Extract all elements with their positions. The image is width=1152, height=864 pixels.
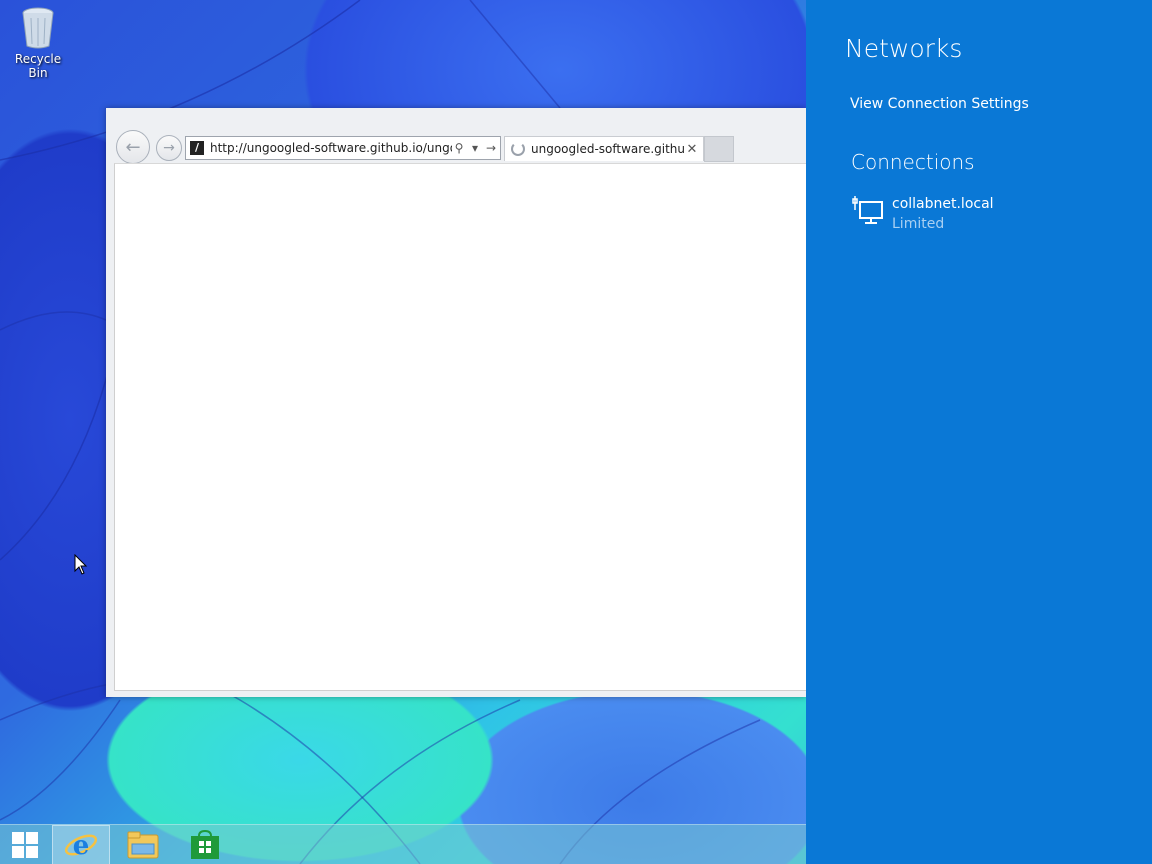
forward-button[interactable]: →: [156, 135, 182, 161]
close-tab-icon[interactable]: ✕: [685, 142, 699, 157]
arrow-right-icon: →: [163, 140, 175, 156]
folder-icon: [127, 831, 159, 859]
internet-explorer-icon: e: [64, 831, 98, 861]
address-url[interactable]: http://ungoogled-software.github.io/ungo…: [210, 141, 452, 155]
recycle-bin[interactable]: Recycle Bin: [4, 6, 72, 80]
networks-panel: Networks View Connection Settings Connec…: [806, 0, 1152, 864]
windows-logo-icon: [12, 832, 38, 858]
start-button[interactable]: [0, 825, 50, 864]
svg-text:e: e: [73, 831, 90, 861]
address-bar[interactable]: / http://ungoogled-software.github.io/un…: [185, 136, 501, 160]
wired-network-icon: [852, 196, 883, 224]
store-icon: [191, 830, 219, 859]
go-arrow-icon[interactable]: →: [484, 141, 498, 155]
browser-tab[interactable]: ungoogled-software.github... ✕: [504, 136, 704, 161]
page-content[interactable]: [114, 163, 807, 691]
loading-spinner-icon: [511, 142, 525, 156]
chevron-down-icon[interactable]: ▾: [468, 141, 482, 155]
site-favicon-icon: /: [190, 141, 204, 155]
mouse-cursor-icon: [74, 554, 88, 575]
browser-window: ← → / http://ungoogled-software.github.i…: [106, 108, 807, 697]
view-connection-settings-link[interactable]: View Connection Settings: [850, 96, 1029, 112]
back-button[interactable]: ←: [116, 130, 150, 164]
search-icon[interactable]: ⚲: [452, 141, 466, 155]
connection-status: Limited: [892, 216, 945, 232]
connections-heading: Connections: [851, 150, 975, 174]
recycle-bin-icon: [21, 6, 55, 50]
taskbar-internet-explorer[interactable]: e: [52, 825, 110, 864]
new-tab-button[interactable]: [704, 136, 734, 162]
arrow-left-icon: ←: [125, 136, 141, 158]
taskbar: e: [0, 824, 806, 864]
taskbar-file-explorer[interactable]: [114, 825, 172, 864]
recycle-bin-label: Recycle Bin: [14, 52, 62, 80]
connection-item[interactable]: collabnet.local Limited: [852, 194, 1112, 238]
taskbar-store[interactable]: [176, 825, 234, 864]
connection-name: collabnet.local: [892, 196, 994, 212]
tab-title: ungoogled-software.github...: [531, 142, 685, 156]
panel-title: Networks: [845, 34, 963, 63]
